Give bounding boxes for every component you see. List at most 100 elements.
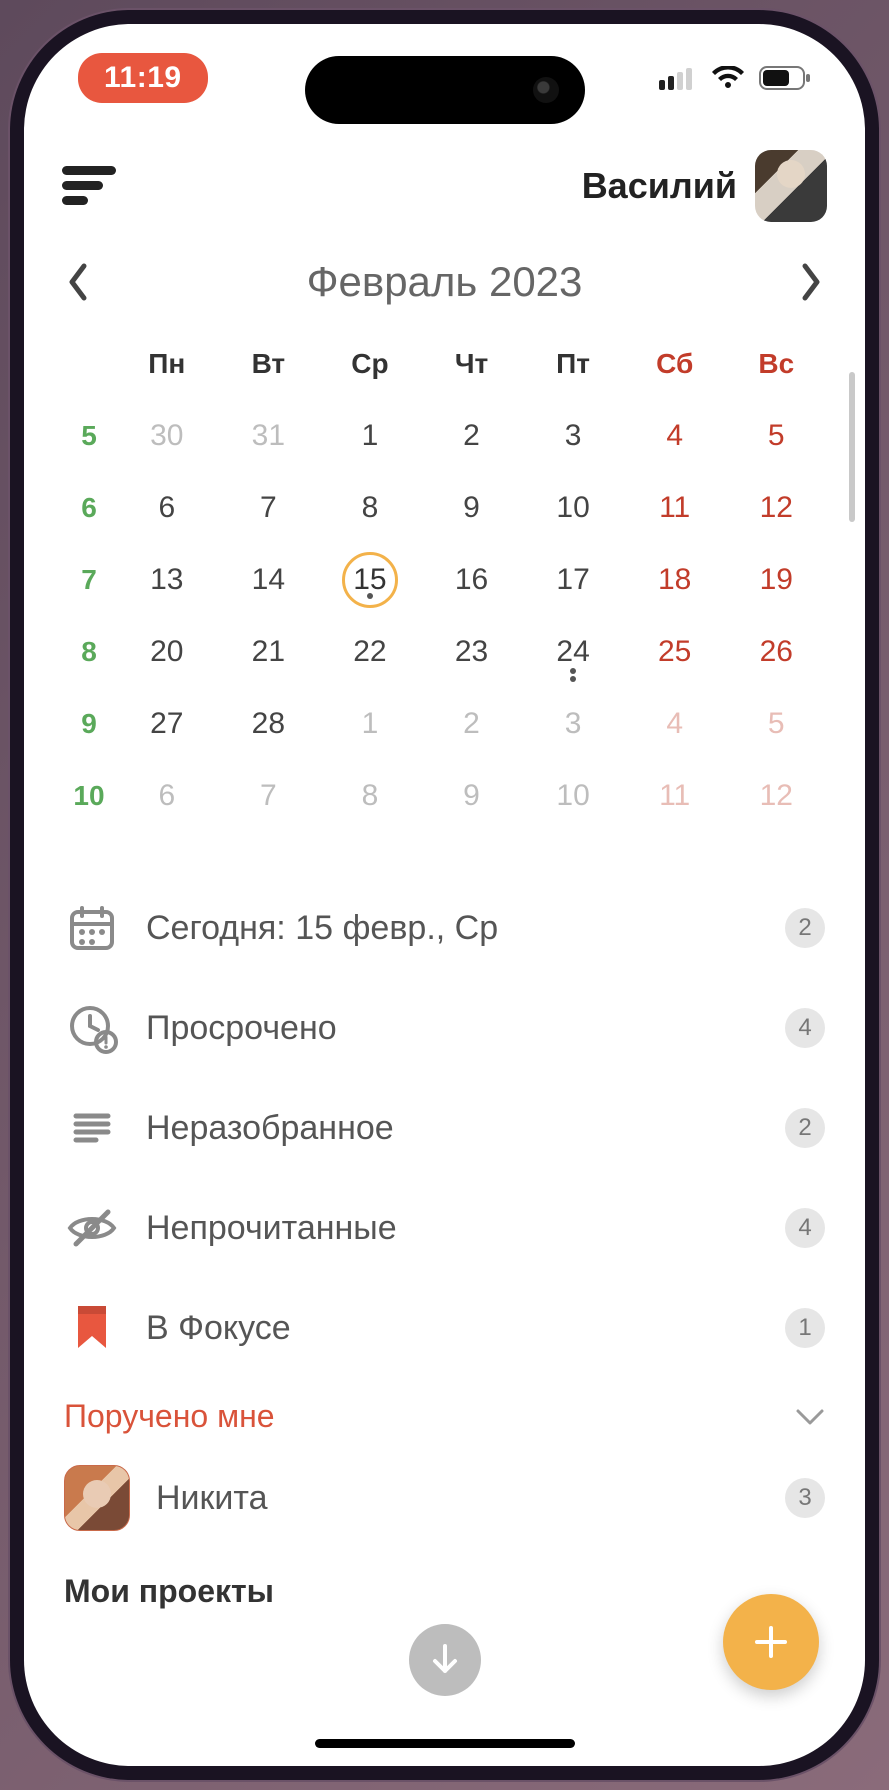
filter-label: Сегодня: 15 февр., Ср xyxy=(146,909,759,948)
calendar-day[interactable]: 6 xyxy=(116,768,218,824)
calendar-day[interactable]: 12 xyxy=(725,480,827,536)
calendar-day[interactable]: 21 xyxy=(218,624,320,680)
calendar-day[interactable]: 28 xyxy=(218,696,320,752)
calendar-day[interactable]: 2 xyxy=(421,408,523,464)
calendar-day[interactable]: 24 xyxy=(522,624,624,680)
calendar-day[interactable]: 11 xyxy=(624,480,726,536)
calendar-day[interactable]: 16 xyxy=(421,552,523,608)
calendar-day[interactable]: 15 xyxy=(319,552,421,608)
calendar-day[interactable]: 1 xyxy=(319,696,421,752)
filter-label: Неразобранное xyxy=(146,1109,759,1148)
filter-focus[interactable]: В Фокусе1 xyxy=(62,1278,827,1378)
status-time: 11:19 xyxy=(78,53,208,103)
calendar-day[interactable]: 3 xyxy=(522,696,624,752)
calendar-day[interactable]: 8 xyxy=(319,480,421,536)
filter-count-badge: 4 xyxy=(785,1208,825,1248)
scroll-down-button[interactable] xyxy=(409,1624,481,1696)
calendar-day[interactable]: 4 xyxy=(624,408,726,464)
assignee-avatar xyxy=(64,1465,130,1531)
scrollbar-thumb[interactable] xyxy=(849,372,855,522)
assignee-count-badge: 3 xyxy=(785,1478,825,1518)
month-title[interactable]: Февраль 2023 xyxy=(307,258,583,306)
avatar[interactable] xyxy=(755,150,827,222)
section-assigned-header[interactable]: Поручено мне xyxy=(62,1378,827,1445)
calendar-day[interactable]: 7 xyxy=(218,480,320,536)
calendar-day[interactable]: 19 xyxy=(725,552,827,608)
calendar-day[interactable]: 10 xyxy=(522,480,624,536)
unread-icon xyxy=(64,1200,120,1256)
weekday-label: Ср xyxy=(319,348,421,380)
calendar-day[interactable]: 20 xyxy=(116,624,218,680)
filter-count-badge: 4 xyxy=(785,1008,825,1048)
prev-month-button[interactable] xyxy=(66,262,90,302)
calendar-week-row: 106789101112 xyxy=(62,760,827,832)
weekday-label: Сб xyxy=(624,348,726,380)
section-projects-title[interactable]: Мои проекты xyxy=(62,1551,827,1610)
calendar-day[interactable]: 30 xyxy=(116,408,218,464)
section-assigned-title: Поручено мне xyxy=(64,1398,275,1435)
calendar-weekday-row: Пн Вт Ср Чт Пт Сб Вс xyxy=(62,328,827,400)
filter-unread[interactable]: Непрочитанные 4 xyxy=(62,1178,827,1278)
calendar-day[interactable]: 18 xyxy=(624,552,726,608)
filter-list: Сегодня: 15 февр., Ср2Просрочено4Неразоб… xyxy=(62,878,827,1378)
menu-icon[interactable] xyxy=(62,166,116,206)
weekday-label: Вт xyxy=(218,348,320,380)
calendar-day[interactable]: 22 xyxy=(319,624,421,680)
week-number: 6 xyxy=(62,492,116,524)
next-month-button[interactable] xyxy=(799,262,823,302)
assignee-row[interactable]: Никита 3 xyxy=(62,1445,827,1551)
calendar-day[interactable]: 5 xyxy=(725,408,827,464)
calendar-day[interactable]: 31 xyxy=(218,408,320,464)
week-number: 5 xyxy=(62,420,116,452)
calendar-day[interactable]: 8 xyxy=(319,768,421,824)
battery-icon xyxy=(759,66,811,90)
calendar-day[interactable]: 11 xyxy=(624,768,726,824)
calendar-week-row: 820212223242526 xyxy=(62,616,827,688)
calendar: Пн Вт Ср Чт Пт Сб Вс 5303112345667891011… xyxy=(62,328,827,832)
filter-overdue[interactable]: Просрочено4 xyxy=(62,978,827,1078)
calendar-day[interactable]: 25 xyxy=(624,624,726,680)
calendar-day[interactable]: 4 xyxy=(624,696,726,752)
phone-frame: 11:19 xyxy=(10,10,879,1780)
cellular-icon xyxy=(659,66,697,90)
dynamic-island xyxy=(305,56,585,124)
home-indicator[interactable] xyxy=(315,1739,575,1748)
calendar-day[interactable]: 1 xyxy=(319,408,421,464)
calendar-day[interactable]: 9 xyxy=(421,480,523,536)
calendar-day[interactable]: 7 xyxy=(218,768,320,824)
calendar-day[interactable]: 26 xyxy=(725,624,827,680)
overdue-icon xyxy=(64,1000,120,1056)
wifi-icon xyxy=(711,66,745,90)
screen: 11:19 xyxy=(24,24,865,1766)
calendar-day[interactable]: 3 xyxy=(522,408,624,464)
calendar-day[interactable]: 12 xyxy=(725,768,827,824)
user-block[interactable]: Василий xyxy=(582,150,827,222)
user-name: Василий xyxy=(582,165,737,207)
add-button[interactable] xyxy=(723,1594,819,1690)
calendar-day[interactable]: 17 xyxy=(522,552,624,608)
calendar-week-row: 66789101112 xyxy=(62,472,827,544)
calendar-day[interactable]: 23 xyxy=(421,624,523,680)
filter-count-badge: 2 xyxy=(785,908,825,948)
status-icons xyxy=(659,66,811,90)
calendar-day[interactable]: 13 xyxy=(116,552,218,608)
filter-count-badge: 1 xyxy=(785,1308,825,1348)
calendar-week-row: 713141516171819 xyxy=(62,544,827,616)
calendar-day[interactable]: 9 xyxy=(421,768,523,824)
calendar-day[interactable]: 6 xyxy=(116,480,218,536)
weekday-label: Вс xyxy=(725,348,827,380)
calendar-day[interactable]: 27 xyxy=(116,696,218,752)
calendar-day[interactable]: 2 xyxy=(421,696,523,752)
filter-count-badge: 2 xyxy=(785,1108,825,1148)
calendar-day[interactable]: 10 xyxy=(522,768,624,824)
calendar-week-row: 5303112345 xyxy=(62,400,827,472)
week-number: 8 xyxy=(62,636,116,668)
assignee-name: Никита xyxy=(156,1479,759,1518)
calendar-day[interactable]: 14 xyxy=(218,552,320,608)
filter-inbox[interactable]: Неразобранное 2 xyxy=(62,1078,827,1178)
filter-label: Непрочитанные xyxy=(146,1209,759,1248)
week-number: 9 xyxy=(62,708,116,740)
calendar-day[interactable]: 5 xyxy=(725,696,827,752)
filter-calendar[interactable]: Сегодня: 15 февр., Ср 2 xyxy=(62,878,827,978)
week-number: 7 xyxy=(62,564,116,596)
